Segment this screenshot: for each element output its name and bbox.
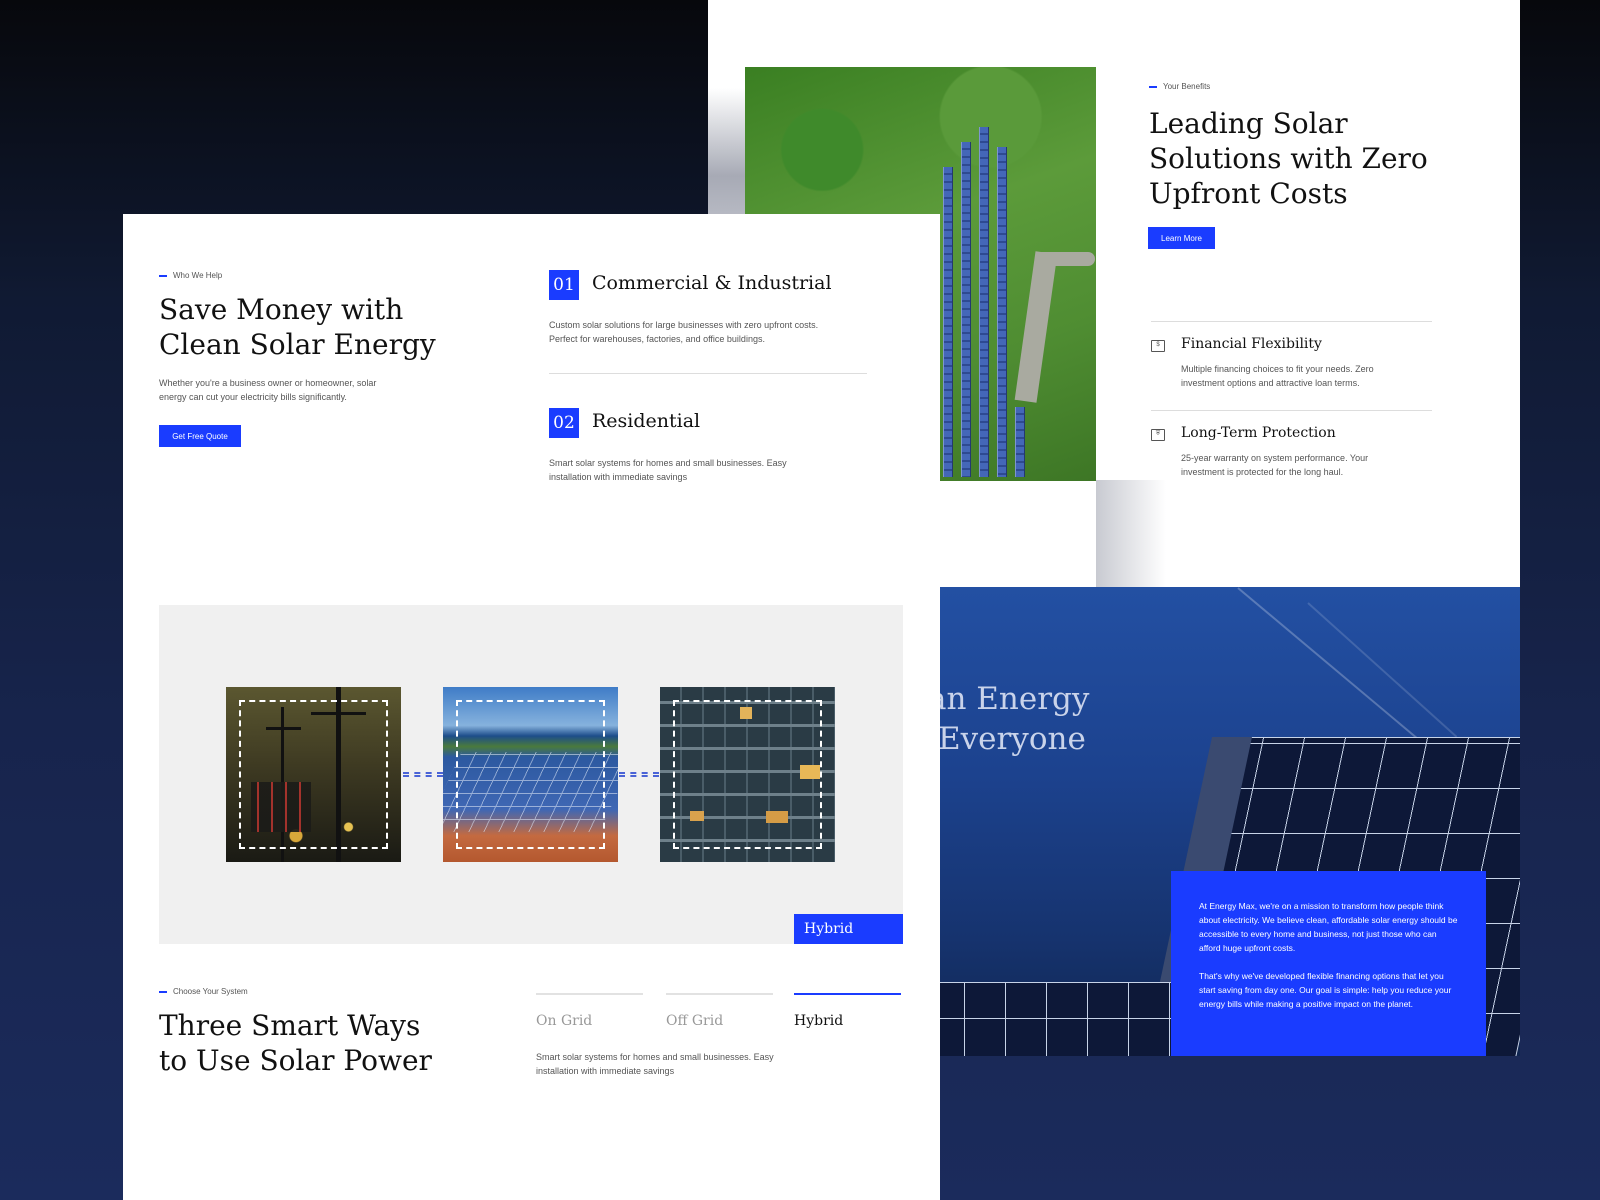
active-system-badge: Hybrid bbox=[794, 914, 903, 944]
learn-more-button[interactable]: Learn More bbox=[1148, 227, 1215, 249]
power-lines-city-image bbox=[226, 687, 401, 862]
who-we-help-subtitle: Whether you're a business owner or homeo… bbox=[159, 378, 377, 402]
benefit-title: Financial Flexibility bbox=[1181, 336, 1322, 352]
systems-eyebrow-label: Choose Your System bbox=[173, 987, 248, 996]
mission-statement-box: At Energy Max, we're on a mission to tra… bbox=[1171, 871, 1486, 1056]
photo-drop-shadow bbox=[1096, 480, 1166, 587]
solar-panel-row bbox=[961, 142, 971, 477]
apartment-building-image bbox=[660, 687, 835, 862]
tab-on-grid[interactable]: On Grid bbox=[536, 993, 643, 1029]
benefits-heading-line: Solutions with Zero bbox=[1149, 142, 1428, 175]
eyebrow-dash bbox=[159, 990, 167, 993]
hero-heading-partial: an Energy Everyone bbox=[928, 679, 1089, 759]
benefits-heading-line: Leading Solar bbox=[1149, 107, 1348, 140]
service-desc: Custom solar solutions for large busines… bbox=[549, 320, 819, 344]
tab-off-grid[interactable]: Off Grid bbox=[666, 993, 773, 1029]
who-we-help-heading: Save Money with Clean Solar Energy bbox=[159, 292, 436, 362]
benefits-eyebrow: Your Benefits bbox=[1149, 82, 1210, 91]
connector-line bbox=[403, 772, 443, 777]
solar-panel-row bbox=[997, 147, 1007, 477]
money-icon: $ bbox=[1151, 340, 1165, 352]
selection-frame bbox=[239, 700, 388, 849]
service-desc: Smart solar systems for homes and small … bbox=[549, 458, 787, 482]
photo-road-curve bbox=[1035, 252, 1095, 266]
sky-contrail bbox=[1307, 602, 1458, 738]
benefit-desc: Multiple financing choices to fit your n… bbox=[1181, 364, 1374, 388]
solar-panel-row bbox=[1015, 407, 1025, 477]
systems-illustration-panel: Hybrid bbox=[159, 605, 903, 944]
systems-heading: Three Smart Ways to Use Solar Power bbox=[159, 1008, 432, 1078]
get-free-quote-button[interactable]: Get Free Quote bbox=[159, 425, 241, 447]
heading-line: Three Smart Ways bbox=[159, 1009, 421, 1042]
systems-eyebrow: Choose Your System bbox=[159, 987, 248, 996]
eyebrow-dash bbox=[159, 274, 167, 277]
solar-panel-row bbox=[943, 167, 953, 477]
service-number-badge: 02 bbox=[549, 408, 579, 438]
service-title-residential: Residential bbox=[592, 410, 701, 432]
hero-heading-line: an Energy bbox=[928, 681, 1090, 717]
heading-line: to Use Solar Power bbox=[159, 1044, 432, 1077]
benefits-heading: Leading Solar Solutions with Zero Upfron… bbox=[1149, 106, 1428, 211]
heading-line: Clean Solar Energy bbox=[159, 328, 436, 361]
sky-contrail bbox=[1237, 587, 1423, 744]
benefit-title: Long-Term Protection bbox=[1181, 425, 1336, 441]
heading-line: Save Money with bbox=[159, 293, 404, 326]
benefits-heading-line: Upfront Costs bbox=[1149, 177, 1348, 210]
mission-paragraph: That's why we've developed flexible fina… bbox=[1199, 971, 1452, 1009]
shield-icon: ⛨ bbox=[1151, 429, 1165, 441]
who-we-help-page-card: Who We Help Save Money with Clean Solar … bbox=[123, 214, 940, 1200]
photo-road bbox=[1014, 251, 1058, 403]
service-divider bbox=[549, 373, 867, 374]
selection-frame bbox=[456, 700, 605, 849]
connector-line bbox=[619, 772, 659, 777]
who-we-help-eyebrow: Who We Help bbox=[159, 271, 222, 280]
tab-hybrid[interactable]: Hybrid bbox=[794, 993, 901, 1029]
selection-frame bbox=[673, 700, 822, 849]
rooftop-solar-image bbox=[443, 687, 618, 862]
benefit-desc: 25-year warranty on system performance. … bbox=[1181, 453, 1369, 477]
system-desc: Smart solar systems for homes and small … bbox=[536, 1052, 774, 1076]
eyebrow-dash bbox=[1149, 85, 1157, 88]
service-number-badge: 01 bbox=[549, 270, 579, 300]
solar-panel-row bbox=[979, 127, 989, 477]
mission-paragraph: At Energy Max, we're on a mission to tra… bbox=[1199, 901, 1458, 953]
who-we-help-eyebrow-label: Who We Help bbox=[173, 271, 223, 280]
benefit-divider bbox=[1151, 321, 1432, 322]
benefit-divider bbox=[1151, 410, 1432, 411]
hero-heading-line: Everyone bbox=[938, 721, 1086, 757]
service-title-commercial: Commercial & Industrial bbox=[592, 272, 832, 294]
benefits-eyebrow-label: Your Benefits bbox=[1163, 82, 1211, 91]
